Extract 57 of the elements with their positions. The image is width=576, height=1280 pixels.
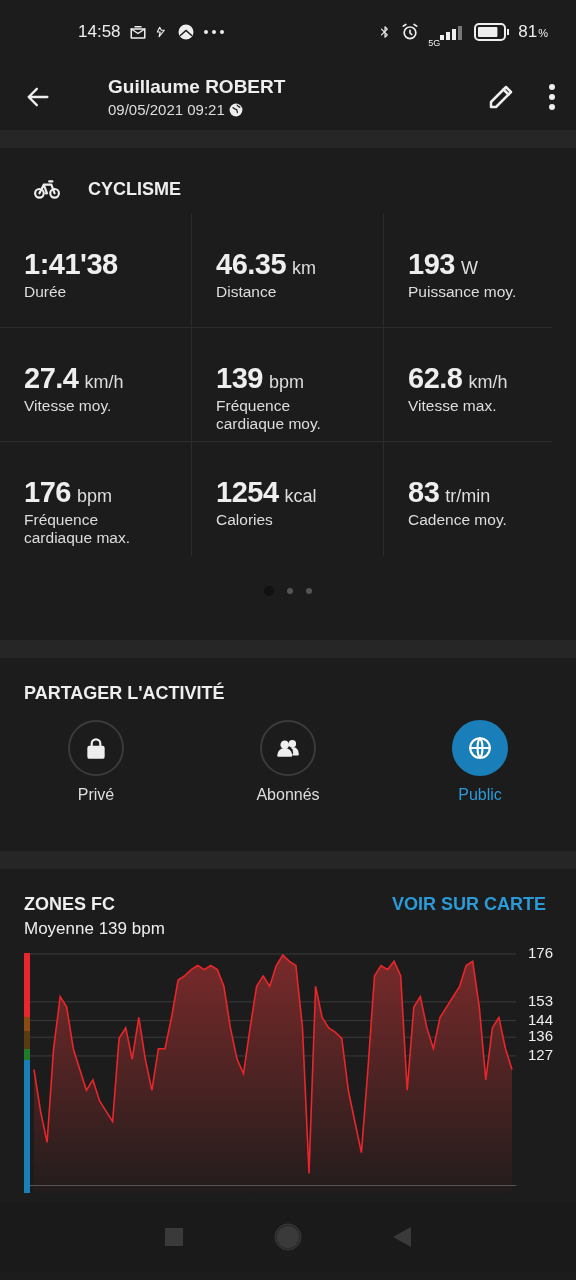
- globe-icon: [228, 102, 243, 117]
- stat-unit: bpm: [268, 372, 304, 393]
- stat-value: 62.8: [408, 362, 463, 395]
- recents-icon[interactable]: [165, 1228, 184, 1246]
- stat-unit: km: [292, 258, 317, 279]
- stat-unit: kcal: [284, 486, 317, 507]
- stat-label: Puissance moy.: [408, 283, 518, 301]
- stat-value: 27.4: [24, 362, 79, 395]
- share-option[interactable]: Abonnés: [192, 720, 384, 804]
- stat-unit: tr/min: [445, 486, 491, 507]
- map-link[interactable]: VOIR SUR CARTE: [392, 894, 546, 915]
- axis-label: 144: [528, 1010, 554, 1028]
- stat-label: Fréquence cardiaque moy.: [216, 397, 322, 433]
- battery-percent: 81: [518, 22, 538, 42]
- stat-label: Fréquence cardiaque max.: [24, 511, 131, 547]
- stat-label: Vitesse moy.: [24, 397, 113, 415]
- section-title: ZONES FC: [24, 894, 115, 915]
- stat-value: 193: [408, 248, 455, 281]
- axis-label: 136: [528, 1027, 554, 1045]
- globe-icon: [467, 735, 493, 761]
- status-time: 14:58: [78, 22, 121, 42]
- back-nav-icon[interactable]: [392, 1227, 411, 1247]
- share-option[interactable]: Public: [384, 720, 576, 804]
- stat-unit: km/h: [84, 372, 124, 393]
- stat-value: 176: [24, 476, 71, 509]
- battery-icon: [474, 23, 511, 41]
- page-indicator-dot[interactable]: [306, 588, 312, 594]
- menu-icon: [548, 84, 556, 110]
- axis-label: 127: [528, 1045, 554, 1063]
- stat-label: Calories: [216, 511, 274, 529]
- more-icon: [202, 29, 225, 35]
- average-heart-rate: Moyenne 139 bpm: [23, 918, 166, 939]
- stat-label: Vitesse max.: [408, 397, 498, 415]
- stat-value: 1254: [216, 476, 279, 509]
- athlete-name: Guillaume ROBERT: [108, 76, 287, 98]
- mountain-icon: [176, 23, 195, 41]
- stat-label: Distance: [216, 283, 278, 301]
- activity-date: 09/05/2021 09:21: [108, 101, 225, 118]
- stat-unit: W: [460, 258, 478, 279]
- sport-name: CYCLISME: [88, 178, 181, 200]
- share-option[interactable]: Privé: [0, 720, 192, 804]
- network-label: 5G: [428, 38, 441, 48]
- axis-label: 176: [528, 944, 554, 961]
- stat-value: 1:41'38: [24, 248, 118, 281]
- percent-sign: %: [538, 27, 548, 39]
- mail-icon: [128, 23, 147, 41]
- section-title: PARTAGER L'ACTIVITÉ: [23, 681, 226, 704]
- axis-label: 153: [528, 991, 554, 1009]
- stat-value: 83: [408, 476, 440, 509]
- stat-value: 139: [216, 362, 263, 395]
- page-indicator-dot[interactable]: [287, 588, 293, 594]
- stat-value: 46.35: [216, 248, 287, 281]
- stat-unit: km/h: [468, 372, 508, 393]
- stat-unit: bpm: [76, 486, 112, 507]
- home-icon[interactable]: [274, 1223, 302, 1251]
- stat-label: Cadence moy.: [408, 511, 508, 529]
- stat-label: Durée: [24, 283, 68, 301]
